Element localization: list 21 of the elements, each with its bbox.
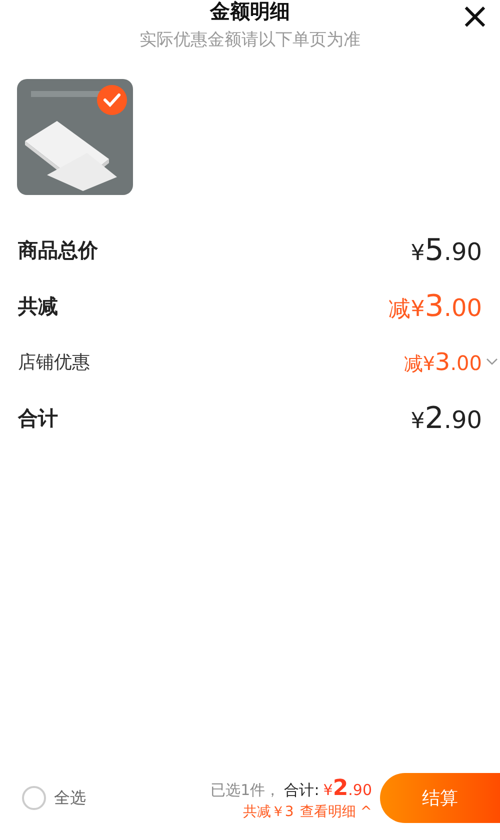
price-label: 店铺优惠	[18, 351, 90, 374]
checkout-button[interactable]: 结算	[380, 773, 500, 823]
price-value: 减¥3.00	[404, 348, 482, 376]
chevron-down-icon[interactable]	[486, 358, 498, 366]
sheet-title: 金额明细	[210, 0, 290, 22]
sheet-subtitle: 实际优惠金额请以下单页为准	[140, 29, 360, 51]
close-button[interactable]: ×	[456, 0, 494, 34]
selected-count: 已选1件，	[210, 780, 280, 800]
select-all-radio[interactable]	[22, 786, 46, 810]
price-value: ¥2.90	[410, 400, 482, 436]
details-link[interactable]: 查看明细 ^	[300, 802, 372, 820]
price-label: 共减	[18, 292, 58, 320]
price-value: ¥5.90	[410, 232, 482, 268]
price-label: 商品总价	[18, 236, 98, 264]
checkmark-icon[interactable]	[97, 85, 127, 115]
total-label: 合计:	[284, 780, 320, 800]
price-label: 合计	[18, 404, 58, 432]
saving-text: 共减￥3	[242, 802, 294, 820]
total-value: ¥2.90	[323, 776, 372, 800]
price-value: 减¥3.00	[388, 288, 482, 324]
select-all-label[interactable]: 全选	[54, 788, 86, 808]
